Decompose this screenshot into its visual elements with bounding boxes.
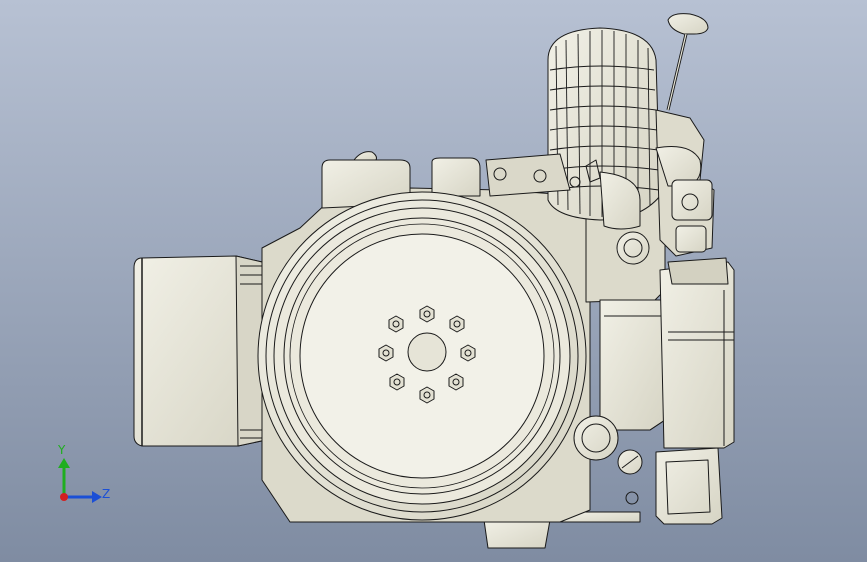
drain-boss: [573, 415, 619, 461]
intake-manifold: [485, 153, 571, 197]
side-cover: [659, 261, 735, 449]
governor-housing: [599, 299, 666, 431]
flywheel-hub: [407, 332, 447, 372]
side-cover-top: [667, 257, 729, 285]
cad-graphics-viewport[interactable]: Y Z: [0, 0, 867, 562]
engine-base-foot: [483, 519, 551, 549]
z-axis-label: Z: [102, 487, 110, 501]
y-axis-label: Y: [57, 443, 66, 457]
oil-fill-cap: [431, 157, 481, 197]
x-axis-origin: [60, 493, 68, 501]
cad-canvas[interactable]: Y Z: [0, 0, 867, 562]
breather-boss: [616, 231, 650, 265]
